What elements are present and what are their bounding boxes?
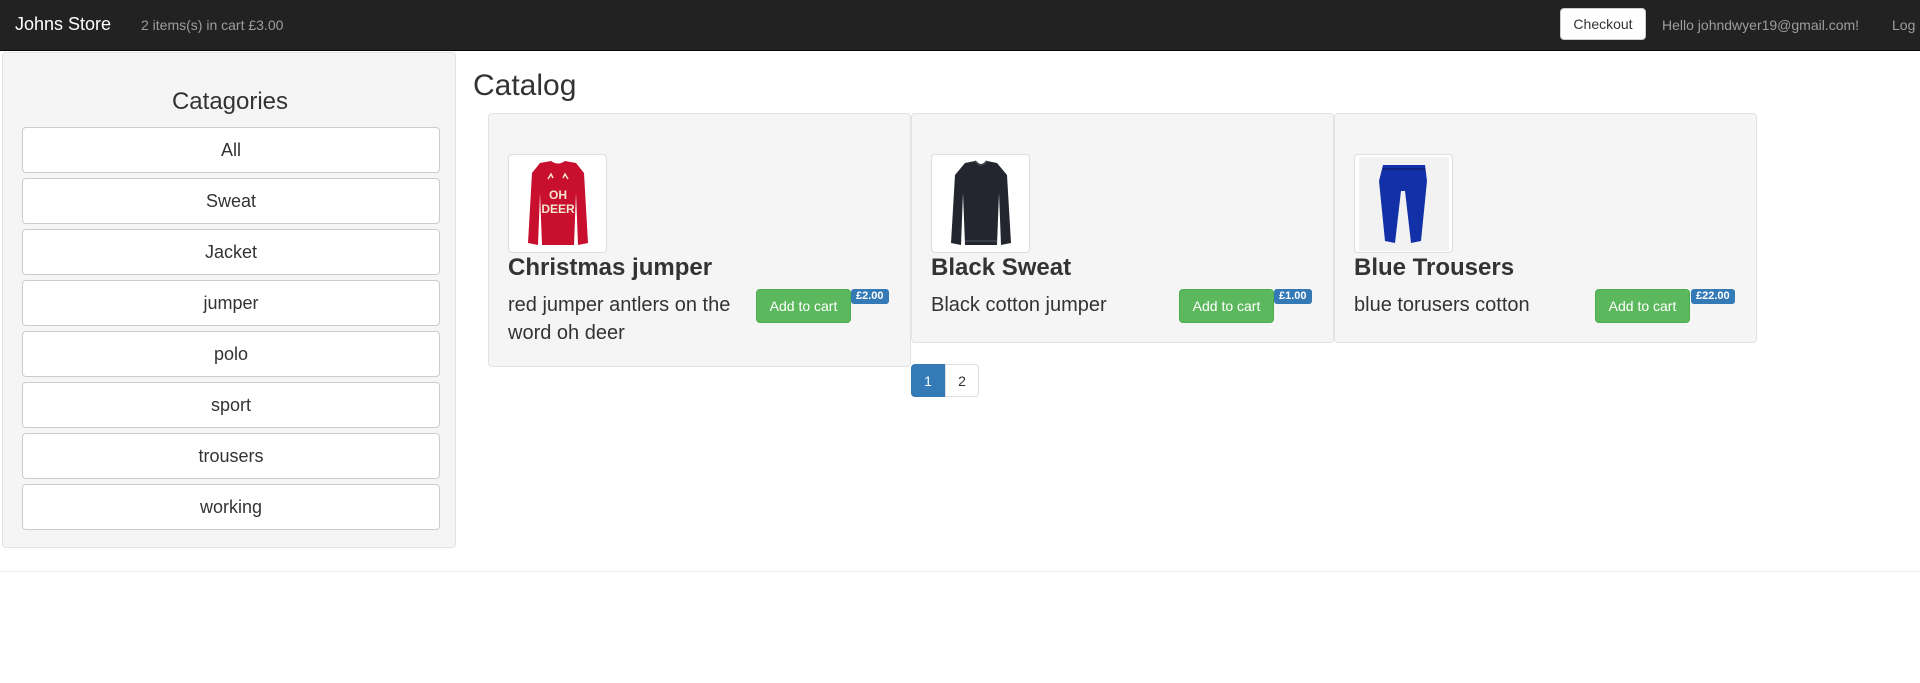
category-polo-button[interactable]: polo (22, 331, 440, 377)
price-badge: £1.00 (1274, 289, 1312, 304)
navbar: Johns Store 2 items(s) in cart £3.00 Che… (0, 0, 1920, 51)
checkout-button[interactable]: Checkout (1560, 8, 1646, 40)
category-working-button[interactable]: working (22, 484, 440, 530)
red-jumper-icon[interactable]: OH DEER (508, 154, 607, 253)
page-2-button[interactable]: 2 (945, 364, 979, 397)
svg-text:OH: OH (549, 188, 567, 202)
add-to-cart-button[interactable]: Add to cart (1179, 289, 1274, 323)
product-name[interactable]: Christmas jumper (508, 253, 712, 283)
logout-link[interactable]: Log (1892, 15, 1915, 35)
product-card: OH DEER Christmas jumper red jumper antl… (488, 113, 911, 367)
catalog-title: Catalog (473, 69, 577, 102)
category-all-button[interactable]: All (22, 127, 440, 173)
user-greeting[interactable]: Hello johndwyer19@gmail.com! (1662, 15, 1859, 35)
category-sport-button[interactable]: sport (22, 382, 440, 428)
categories-panel: Catagories All Sweat Jacket jumper polo … (2, 52, 456, 548)
add-to-cart-button[interactable]: Add to cart (1595, 289, 1690, 323)
category-sweat-button[interactable]: Sweat (22, 178, 440, 224)
brand-link[interactable]: Johns Store (15, 13, 111, 35)
category-jacket-button[interactable]: Jacket (22, 229, 440, 275)
price-badge: £2.00 (851, 289, 889, 304)
add-to-cart-button[interactable]: Add to cart (756, 289, 851, 323)
product-description: Black cotton jumper (931, 294, 1107, 316)
product-card: Blue Trousers blue torusers cotton Add t… (1334, 113, 1757, 343)
product-description: blue torusers cotton (1354, 294, 1530, 316)
blue-trousers-icon[interactable] (1354, 154, 1453, 253)
svg-text:DEER: DEER (541, 202, 575, 216)
price-badge: £22.00 (1691, 289, 1735, 304)
product-card: Black Sweat Black cotton jumper Add to c… (911, 113, 1334, 343)
cart-summary[interactable]: 2 items(s) in cart £3.00 (141, 15, 283, 35)
category-trousers-button[interactable]: trousers (22, 433, 440, 479)
footer-divider (0, 571, 1920, 572)
black-sweater-icon[interactable] (931, 154, 1030, 253)
product-name[interactable]: Black Sweat (931, 253, 1071, 283)
categories-title: Catagories (171, 88, 289, 115)
product-description: red jumper antlers on the word oh deer (508, 294, 731, 344)
page-1-button[interactable]: 1 (911, 364, 945, 397)
product-name[interactable]: Blue Trousers (1354, 253, 1514, 283)
category-jumper-button[interactable]: jumper (22, 280, 440, 326)
